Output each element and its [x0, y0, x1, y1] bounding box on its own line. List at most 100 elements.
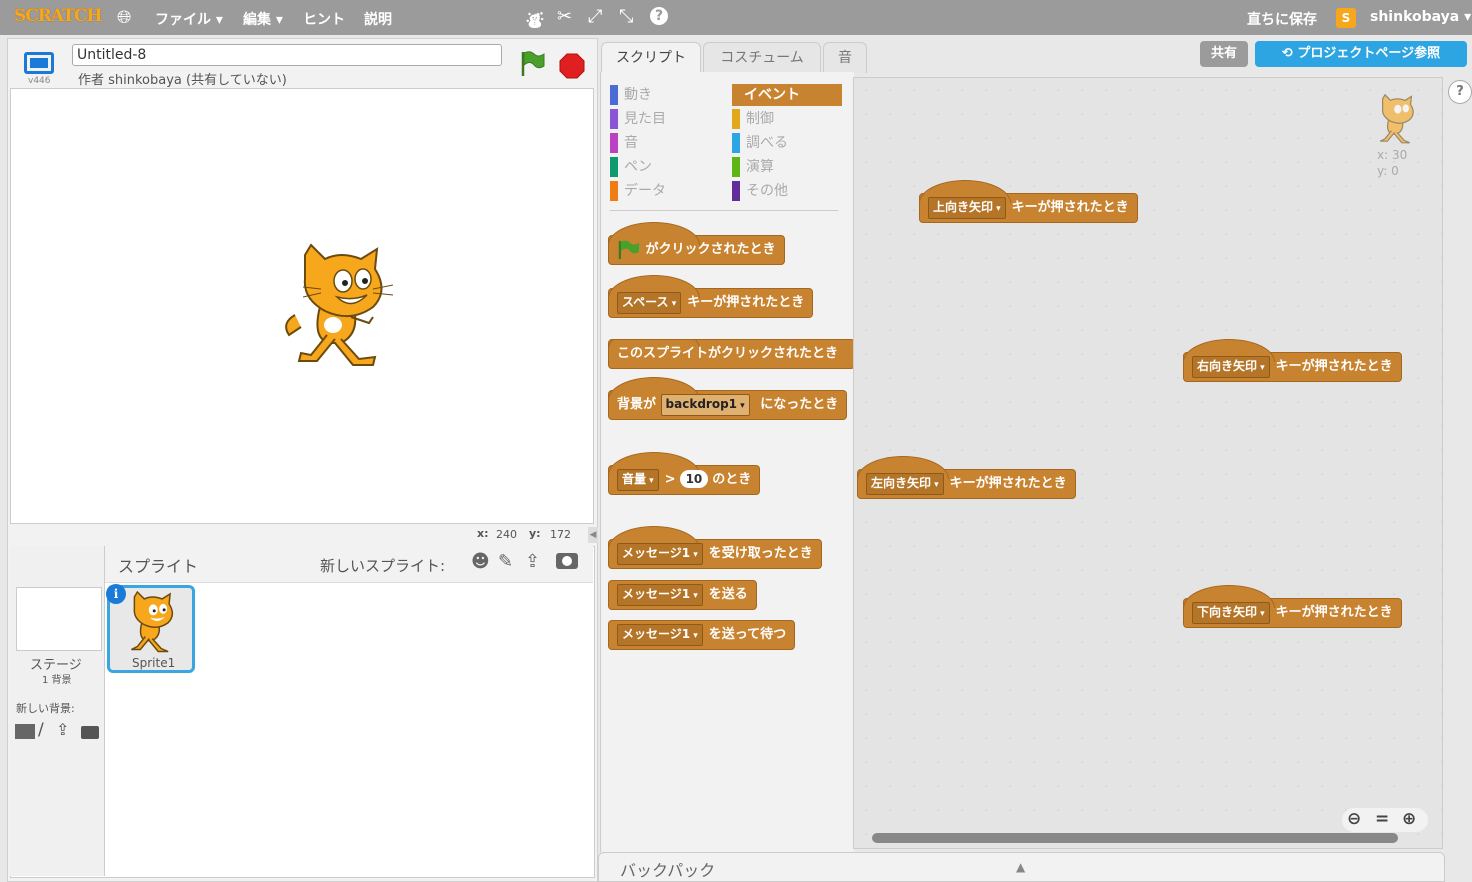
- block-when-receive[interactable]: メッセージ1 を受け取ったとき: [608, 526, 822, 569]
- upload-backdrop-icon[interactable]: ⇪: [56, 720, 69, 739]
- block-label: 背景が: [617, 397, 657, 412]
- block-when-flag-clicked[interactable]: がクリックされたとき: [608, 222, 785, 265]
- mystuff-icon[interactable]: S: [1336, 8, 1356, 28]
- category-motion[interactable]: 動き: [610, 84, 730, 108]
- category-looks[interactable]: 見た目: [610, 108, 730, 132]
- block-label: がクリックされたとき: [645, 242, 776, 257]
- share-button[interactable]: 共有: [1200, 41, 1248, 67]
- author-line: 作者 shinkobaya (共有していない): [78, 73, 287, 88]
- category-list-left: 動き 見た目 音 ペン データ: [610, 84, 730, 204]
- horizontal-scrollbar[interactable]: [872, 833, 1398, 843]
- stop-icon[interactable]: [559, 53, 585, 83]
- mouse-y-label: y:: [529, 527, 541, 540]
- key-dropdown[interactable]: 下向き矢印: [1192, 602, 1270, 624]
- script-when-down-arrow[interactable]: 下向き矢印キーが押されたとき: [1183, 585, 1402, 628]
- shrink-icon[interactable]: ⤡: [619, 6, 633, 27]
- key-dropdown[interactable]: 上向き矢印: [928, 197, 1006, 219]
- block-label: のとき: [712, 472, 752, 487]
- globe-icon[interactable]: 🌐︎: [117, 7, 131, 28]
- new-backdrop-label: 新しい背景:: [16, 702, 75, 715]
- zoom-reset-icon[interactable]: =: [1375, 809, 1389, 829]
- stage-thumbnail[interactable]: [16, 587, 102, 651]
- camera-sprite-icon[interactable]: [556, 553, 578, 569]
- help-icon[interactable]: ?: [650, 7, 668, 25]
- paint-backdrop-icon[interactable]: /: [38, 720, 44, 740]
- camera-backdrop-icon[interactable]: [81, 726, 99, 739]
- sprite-x-readout: x: 30: [1377, 148, 1408, 162]
- script-when-right-arrow[interactable]: 右向き矢印キーが押されたとき: [1183, 339, 1402, 382]
- mouse-x-label: x:: [477, 527, 489, 540]
- paint-sprite-icon[interactable]: ✎: [498, 551, 513, 572]
- block-label: キーが押されたとき: [1275, 605, 1393, 620]
- category-more-blocks[interactable]: その他: [732, 180, 842, 204]
- collapse-stage-icon[interactable]: ◀: [588, 527, 598, 543]
- new-sprite-label: 新しいスプライト:: [320, 557, 446, 575]
- category-sound[interactable]: 音: [610, 132, 730, 156]
- save-now-link[interactable]: 直ちに保存: [1247, 9, 1317, 29]
- message-dropdown[interactable]: メッセージ1: [617, 543, 703, 565]
- tab-sounds[interactable]: 音: [823, 42, 867, 73]
- duplicate-icon[interactable]: ⛇: [526, 6, 544, 33]
- block-broadcast-and-wait[interactable]: メッセージ1 を送って待つ: [608, 620, 796, 650]
- menu-edit[interactable]: 編集 ▾: [243, 9, 283, 29]
- project-title-input[interactable]: Untitled-8: [72, 44, 502, 66]
- message-dropdown[interactable]: メッセージ1: [617, 584, 703, 606]
- block-label: キーが押されたとき: [949, 476, 1067, 491]
- cat-sprite-on-stage[interactable]: [281, 243, 396, 372]
- scratch-logo[interactable]: SCRATCH: [14, 6, 102, 26]
- category-events[interactable]: イベント: [732, 84, 842, 106]
- block-when-backdrop-switches[interactable]: 背景が backdrop1 になったとき: [608, 377, 848, 420]
- user-menu[interactable]: shinkobaya ▾: [1370, 9, 1471, 25]
- block-when-sensor-greater[interactable]: 音量 >10のとき: [608, 452, 761, 495]
- key-dropdown[interactable]: 右向き矢印: [1192, 356, 1270, 378]
- category-control[interactable]: 制御: [732, 108, 842, 132]
- category-list-right: イベント 制御 調べる 演算 その他: [732, 84, 842, 204]
- block-when-key-pressed[interactable]: スペースキーが押されたとき: [608, 275, 814, 318]
- block-label: キーが押されたとき: [1011, 200, 1129, 215]
- see-project-page-button[interactable]: ⟲ プロジェクトページ参照: [1255, 41, 1467, 67]
- zoom-in-icon[interactable]: ⊕: [1402, 809, 1416, 829]
- block-label: を受け取ったとき: [708, 546, 813, 561]
- block-broadcast[interactable]: メッセージ1 を送る: [608, 580, 757, 610]
- sprites-header: スプライト: [118, 557, 199, 576]
- sprite-library-icon[interactable]: ☻: [471, 551, 490, 572]
- green-flag-icon[interactable]: [520, 50, 546, 82]
- delete-scissors-icon[interactable]: ✂: [557, 6, 572, 27]
- key-dropdown[interactable]: 左向き矢印: [866, 473, 944, 495]
- fullscreen-icon[interactable]: [24, 52, 54, 74]
- upload-sprite-icon[interactable]: ⇪: [525, 551, 540, 572]
- key-dropdown[interactable]: スペース: [617, 292, 682, 314]
- backpack-label: バックパック: [620, 861, 716, 880]
- sensor-number-input[interactable]: 10: [679, 470, 709, 488]
- sprite-name: Sprite1: [132, 656, 176, 670]
- grow-icon[interactable]: ⤢: [588, 6, 602, 27]
- block-label: キーが押されたとき: [1275, 359, 1393, 374]
- script-when-up-arrow[interactable]: 上向き矢印キーが押されたとき: [919, 180, 1138, 223]
- backdrop-library-icon[interactable]: [15, 724, 35, 739]
- category-operators[interactable]: 演算: [732, 156, 842, 180]
- message-dropdown[interactable]: メッセージ1: [617, 624, 703, 646]
- category-sensing[interactable]: 調べる: [732, 132, 842, 156]
- menu-tips[interactable]: ヒント: [303, 9, 345, 29]
- backdrop-dropdown[interactable]: backdrop1: [660, 394, 750, 416]
- tab-costumes[interactable]: コスチューム: [703, 42, 821, 73]
- script-when-left-arrow[interactable]: 左向き矢印キーが押されたとき: [857, 456, 1076, 499]
- block-label: を送って待つ: [708, 627, 787, 642]
- help-icon[interactable]: ?: [1448, 80, 1472, 104]
- cat-thumbnail-icon: [122, 590, 180, 657]
- tab-scripts[interactable]: スクリプト: [601, 42, 701, 73]
- block-label: キーが押されたとき: [687, 295, 805, 310]
- category-pen[interactable]: ペン: [610, 156, 730, 180]
- category-data[interactable]: データ: [610, 180, 730, 204]
- backpack-expand-icon[interactable]: ▲: [1016, 860, 1025, 874]
- zoom-out-icon[interactable]: ⊖: [1347, 809, 1361, 829]
- block-when-sprite-clicked[interactable]: このスプライトがクリックされたとき: [608, 339, 855, 369]
- sprite-watermark-icon: [1372, 93, 1420, 148]
- mouse-x-value: 240: [496, 528, 517, 541]
- menu-file[interactable]: ファイル ▾: [155, 9, 223, 29]
- block-label: このスプライトがクリックされたとき: [617, 346, 839, 361]
- sprite-y-readout: y: 0: [1377, 164, 1399, 178]
- version-label: v446: [28, 76, 51, 86]
- menu-about[interactable]: 説明: [364, 9, 392, 29]
- sensor-dropdown[interactable]: 音量: [617, 469, 659, 491]
